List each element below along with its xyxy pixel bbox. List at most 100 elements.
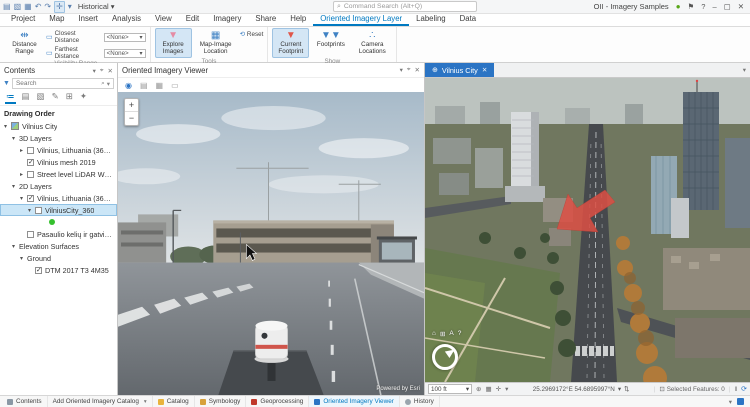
tree-item[interactable]: 2D Layers [0, 180, 117, 192]
layer-checkbox[interactable] [35, 206, 42, 214]
layer-checkbox[interactable] [35, 266, 42, 274]
image-enhancement-icon[interactable]: ▤ [140, 81, 148, 90]
expander-icon[interactable] [20, 255, 27, 262]
ribbon-tab[interactable]: Labeling [409, 13, 452, 26]
layer-checkbox[interactable] [27, 194, 34, 202]
distance-range-button[interactable]: ⇹ Distance Range [6, 28, 43, 58]
overlay-grid-icon[interactable]: ▦ [156, 81, 164, 90]
help-icon[interactable]: ? [701, 2, 705, 11]
minimize-button[interactable]: – [712, 2, 716, 11]
explore-tool-icon[interactable]: ✛ [54, 0, 65, 13]
qat-customize-chevron-icon[interactable]: ▾ [68, 2, 72, 12]
panel-pin-icon[interactable]: ⌖ [407, 66, 411, 74]
tree-item[interactable] [0, 216, 117, 228]
globe-icon[interactable]: ⊕ [476, 385, 481, 393]
tree-item[interactable]: DTM 2017 T3 4M35 [0, 264, 117, 276]
status-bar-item[interactable]: Contents [2, 396, 48, 407]
farthest-distance-select[interactable]: <None> ▾ [103, 48, 146, 58]
expander-icon[interactable] [12, 183, 19, 190]
current-footprint-button[interactable]: ▼ Current Footprint [272, 28, 310, 58]
sign-in-status-icon[interactable]: ● [676, 2, 681, 11]
notifications-icon[interactable]: ⚑ [688, 2, 695, 11]
chevron-down-icon[interactable]: ▾ [505, 385, 508, 393]
project-menu[interactable]: Historical ▾ [78, 2, 115, 11]
ribbon-tab[interactable]: Share [248, 13, 283, 26]
ribbon-tab[interactable]: Data [453, 13, 483, 26]
ribbon-tab[interactable]: View [148, 13, 179, 26]
reset-button[interactable]: ⟲ Reset [240, 28, 264, 38]
zoom-in-button[interactable]: + [125, 99, 138, 112]
compass-navigator[interactable] [432, 344, 458, 370]
layer-checkbox[interactable] [27, 170, 34, 178]
popup-icon[interactable]: ▭ [171, 81, 179, 90]
command-search-input[interactable]: ⌕ Command Search (Alt+Q) [333, 1, 477, 12]
panel-menu-chevron-icon[interactable]: ▾ [93, 67, 96, 75]
layer-checkbox[interactable] [27, 158, 34, 166]
nav-frame-icon[interactable]: ⊞ [440, 330, 445, 338]
expander-icon[interactable] [12, 135, 19, 142]
ribbon-tab[interactable]: Project [4, 13, 42, 26]
close-icon[interactable]: ✕ [482, 66, 487, 74]
search-options-chevron-icon[interactable]: ▾ [107, 80, 110, 88]
panorama-viewport[interactable]: + − Powered by Esri [118, 92, 424, 395]
expander-icon[interactable] [4, 123, 11, 130]
footprints-button[interactable]: ▼▼ Footprints [312, 28, 349, 51]
ribbon-tab[interactable]: Help [283, 13, 313, 26]
expander-icon[interactable] [20, 147, 27, 154]
tab-selection[interactable]: ▧ [36, 91, 46, 104]
layout-toggle-icon[interactable] [737, 398, 744, 405]
status-bar-item[interactable]: Catalog [153, 396, 195, 407]
panel-close-icon[interactable]: ✕ [415, 66, 420, 74]
ribbon-tab[interactable]: Analysis [105, 13, 148, 26]
status-bar-item[interactable]: History [400, 396, 440, 407]
tab-topographic[interactable]: ▤ [21, 91, 31, 104]
tree-item[interactable]: Vilnius mesh 2019 [0, 156, 117, 168]
grid-icon[interactable]: ▦ [485, 385, 491, 393]
tab-snapping[interactable]: ✦ [79, 91, 88, 104]
swap-axes-icon[interactable]: ⇅ [624, 386, 629, 393]
restore-button[interactable]: ▢ [724, 2, 731, 11]
nav-label-icon[interactable]: A [449, 330, 453, 338]
tree-item[interactable]: Vilnius City [0, 120, 117, 132]
expander-icon[interactable] [12, 243, 19, 250]
ribbon-tab[interactable]: Map [42, 13, 71, 26]
open-project-icon[interactable]: ▧ [14, 2, 22, 12]
layer-checkbox[interactable] [27, 230, 34, 238]
tree-item[interactable]: Elevation Surfaces [0, 240, 117, 252]
tree-item[interactable]: Vilnius, Lithuania (360 Images) [0, 192, 117, 204]
tree-item[interactable]: Ground [0, 252, 117, 264]
selected-features[interactable]: ⊡ Selected Features: 0 [659, 386, 724, 393]
zoom-out-button[interactable]: − [125, 112, 138, 125]
camera-locations-button[interactable]: ∴ Camera Locations [352, 28, 392, 58]
coordinates-display[interactable]: 25.2969172°E 54.6895997°N ▾ ⇅ [533, 386, 630, 393]
status-bar-item[interactable]: Symbology [195, 396, 247, 407]
redo-icon[interactable]: ↷ [44, 2, 51, 12]
tree-item[interactable]: Street level LiDAR WGS84 [0, 168, 117, 180]
status-bar-item[interactable]: Add Oriented Imagery Catalog [48, 396, 153, 407]
tab-editing[interactable]: ✎ [51, 91, 60, 104]
ribbon-tab[interactable]: Imagery [206, 13, 248, 26]
expander-icon[interactable] [28, 207, 35, 214]
save-project-icon[interactable]: ▦ [24, 2, 32, 12]
explore-sphere-icon[interactable]: ◉ [125, 81, 132, 90]
tree-item[interactable]: Pasaulio kelių ir gatvių žemėlapis [0, 228, 117, 240]
chevron-down-icon[interactable]: ▾ [729, 398, 732, 406]
layer-checkbox[interactable] [27, 146, 34, 154]
pause-drawing-icon[interactable]: ‖ [734, 386, 737, 393]
ribbon-tab[interactable]: Oriented Imagery Layer [313, 13, 410, 26]
tab-list-chevron-icon[interactable]: ▾ [743, 66, 750, 74]
expander-icon[interactable] [20, 171, 27, 178]
undo-icon[interactable]: ↶ [35, 2, 42, 12]
closest-distance-select[interactable]: <None> ▾ [103, 32, 146, 42]
status-bar-item[interactable]: Oriented Imagery Viewer [309, 396, 400, 407]
nav-help-icon[interactable]: ? [458, 330, 462, 338]
ribbon-tab[interactable]: Insert [71, 13, 105, 26]
expander-icon[interactable] [20, 195, 27, 202]
nav-home-icon[interactable]: ⌂ [432, 330, 436, 338]
tree-item[interactable]: 3D Layers [0, 132, 117, 144]
snapping-icon[interactable]: ✛ [496, 385, 501, 393]
tab-drawing-order[interactable]: ≔ [5, 91, 16, 104]
panel-menu-chevron-icon[interactable]: ▾ [400, 66, 403, 74]
new-project-icon[interactable]: ▤ [3, 2, 11, 12]
filter-icon[interactable]: ▼ [3, 80, 10, 87]
